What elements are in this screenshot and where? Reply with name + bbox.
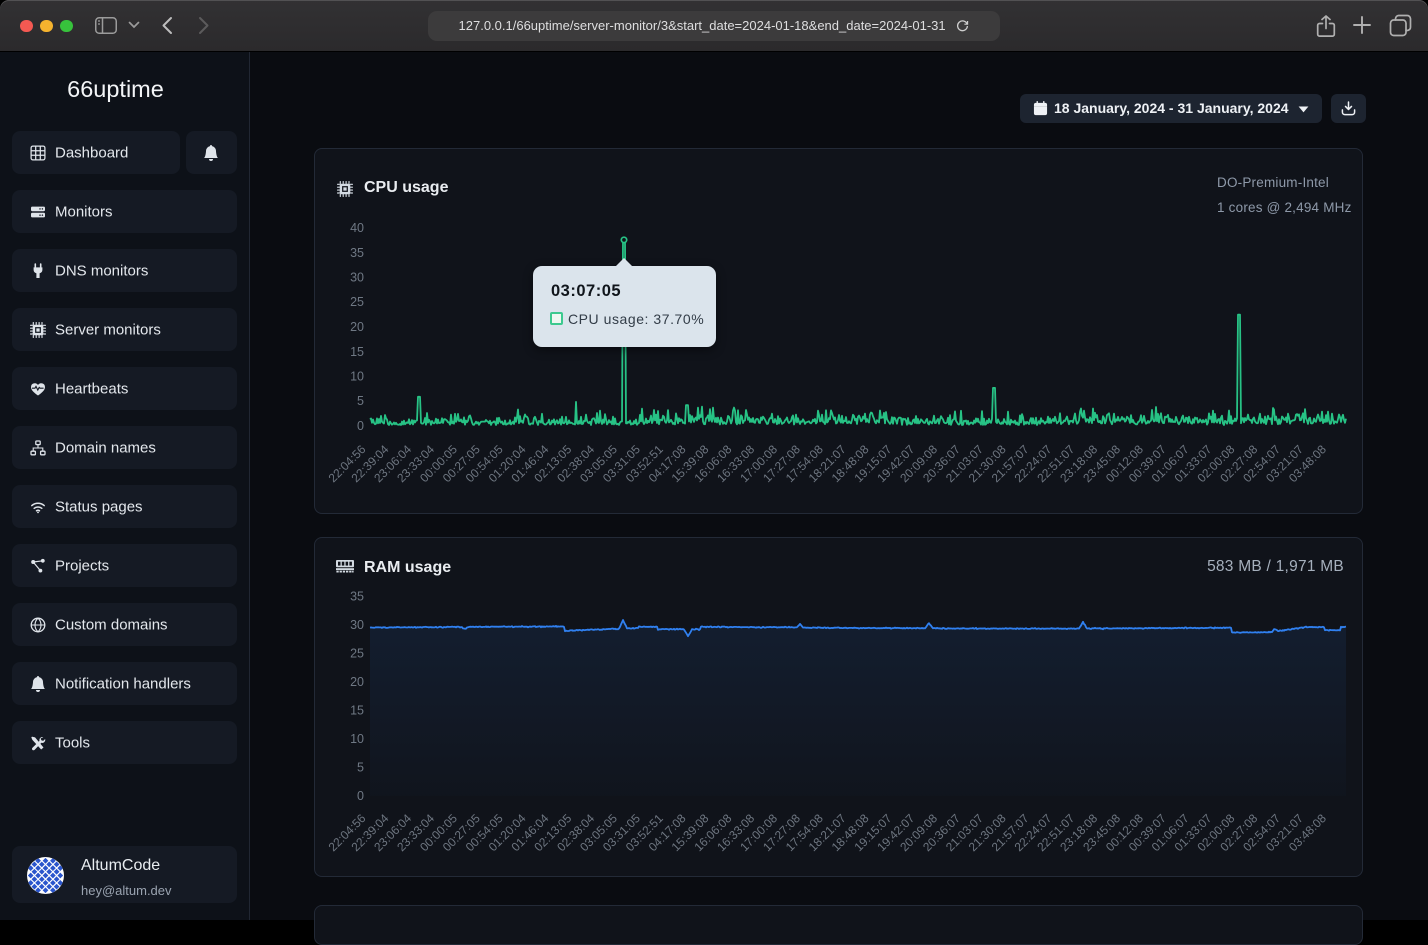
- svg-text:0: 0: [357, 419, 364, 433]
- svg-text:10: 10: [350, 370, 364, 384]
- svg-text:35: 35: [350, 246, 364, 260]
- svg-text:30: 30: [350, 618, 364, 632]
- svg-text:20: 20: [350, 675, 364, 689]
- svg-text:35: 35: [350, 589, 364, 603]
- svg-text:5: 5: [357, 760, 364, 774]
- svg-text:40: 40: [350, 221, 364, 235]
- svg-text:30: 30: [350, 271, 364, 285]
- svg-text:5: 5: [357, 394, 364, 408]
- svg-text:0: 0: [357, 789, 364, 803]
- svg-text:15: 15: [350, 345, 364, 359]
- svg-text:25: 25: [350, 295, 364, 309]
- svg-text:25: 25: [350, 646, 364, 660]
- svg-text:15: 15: [350, 703, 364, 717]
- svg-text:10: 10: [350, 732, 364, 746]
- svg-text:20: 20: [350, 320, 364, 334]
